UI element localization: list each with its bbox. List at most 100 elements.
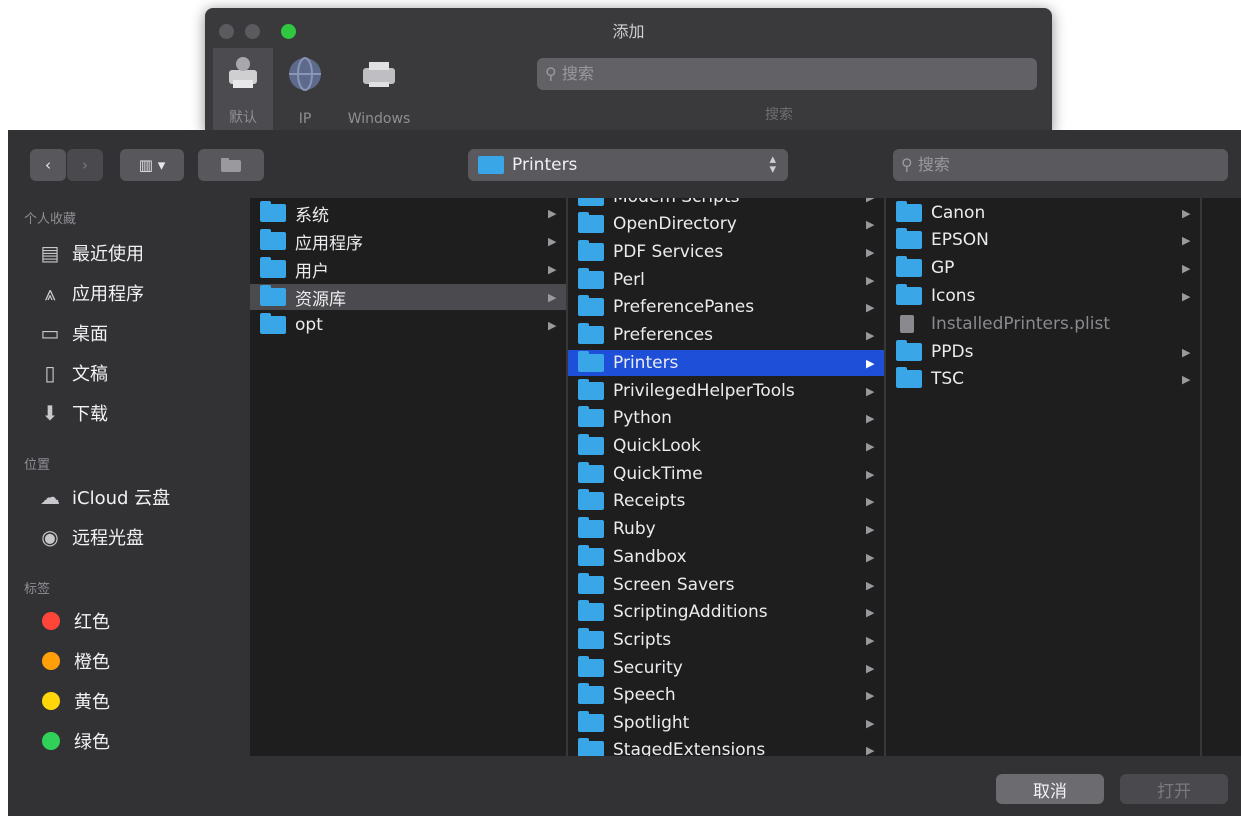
list-item[interactable]: Ruby ▶ xyxy=(568,516,884,542)
sidebar-tag-green[interactable]: 绿色 xyxy=(38,726,110,756)
dialog-search-field[interactable]: ⚲ 搜索 xyxy=(893,149,1228,181)
list-item[interactable]: Python ▶ xyxy=(568,405,884,431)
folder-icon xyxy=(578,295,604,316)
group-button[interactable] xyxy=(198,149,264,181)
list-item[interactable]: Preferences ▶ xyxy=(568,322,884,348)
list-item-selected[interactable]: Printers ▶ xyxy=(568,350,884,376)
sidebar-header-locations: 位置 xyxy=(24,458,51,473)
folder-icon xyxy=(896,256,922,277)
list-item[interactable]: Security ▶ xyxy=(568,655,884,681)
back-button[interactable]: ‹ xyxy=(30,149,66,181)
search-icon: ⚲ xyxy=(901,155,913,174)
list-item[interactable]: Spotlight ▶ xyxy=(568,710,884,736)
item-name: Ruby xyxy=(613,519,656,539)
toolbar-ip-button[interactable]: IP xyxy=(275,48,335,133)
forward-button[interactable]: › xyxy=(67,149,103,181)
folder-icon xyxy=(578,600,604,621)
folder-icon xyxy=(578,434,604,455)
item-name: TSC xyxy=(931,369,965,389)
folder-icon xyxy=(578,406,604,427)
item-name: InstalledPrinters.plist xyxy=(931,314,1110,334)
item-name: Screen Savers xyxy=(613,575,735,595)
item-name: ScriptingAdditions xyxy=(613,602,768,622)
list-item[interactable]: PreferencePanes ▶ xyxy=(568,294,884,320)
view-mode-button[interactable]: ▥ ▾ xyxy=(120,149,184,181)
list-item[interactable]: opt ▶ xyxy=(250,312,566,338)
list-item[interactable]: ScriptingAdditions ▶ xyxy=(568,599,884,625)
item-name: GP xyxy=(931,258,955,278)
red-tag-dot-icon xyxy=(42,612,60,630)
dialog-search-placeholder: 搜索 xyxy=(917,155,950,174)
icloud-icon: ☁ xyxy=(40,485,60,509)
toolbar-windows-button[interactable]: Windows xyxy=(343,48,415,133)
folder-icon xyxy=(578,738,604,756)
open-button[interactable]: 打开 xyxy=(1120,774,1228,804)
disclosure-arrow-icon: ▶ xyxy=(866,688,875,702)
sidebar-tag-yellow[interactable]: 黄色 xyxy=(38,686,110,716)
dialog-bottom-bar: 取消 打开 xyxy=(8,756,1241,816)
folder-icon xyxy=(578,683,604,704)
list-item[interactable]: Sandbox ▶ xyxy=(568,544,884,570)
list-item[interactable]: InstalledPrinters.plist xyxy=(886,311,1200,337)
list-item[interactable]: Speech ▶ xyxy=(568,682,884,708)
sidebar-item-recents[interactable]: ▤ 最近使用 xyxy=(38,238,144,268)
up-down-chevron-icon: ▴ ▾ xyxy=(769,152,776,177)
list-item[interactable]: Perl ▶ xyxy=(568,267,884,293)
toolbar-default-button[interactable]: 默认 xyxy=(213,48,273,133)
list-item[interactable]: 应用程序 ▶ xyxy=(250,228,566,254)
item-name: Canon xyxy=(931,203,986,223)
list-item[interactable]: Icons ▶ xyxy=(886,283,1200,309)
default-printer-icon xyxy=(229,57,257,88)
sidebar-header-tags: 标签 xyxy=(24,582,51,597)
list-item[interactable]: 用户 ▶ xyxy=(250,256,566,282)
add-search-field[interactable]: ⚲ 搜索 xyxy=(537,58,1037,90)
folder-icon xyxy=(578,628,604,649)
disclosure-arrow-icon: ▶ xyxy=(866,743,875,757)
sidebar-item-icloud[interactable]: ☁ iCloud 云盘 xyxy=(38,482,170,512)
item-name: 应用程序 xyxy=(295,233,363,254)
list-item[interactable]: GP ▶ xyxy=(886,255,1200,281)
item-name: Icons xyxy=(931,286,976,306)
sidebar-item-documents[interactable]: ▯ 文稿 xyxy=(38,358,108,388)
sidebar-item-label: 应用程序 xyxy=(72,284,144,305)
list-item[interactable]: EPSON ▶ xyxy=(886,227,1200,253)
path-popup-button[interactable]: Printers ▴ ▾ xyxy=(468,149,788,181)
list-item[interactable]: QuickLook ▶ xyxy=(568,433,884,459)
list-item[interactable]: Scripts ▶ xyxy=(568,627,884,653)
sidebar-item-downloads[interactable]: ⬇ 下载 xyxy=(38,398,108,428)
list-item[interactable]: Modem Scripts ▶ xyxy=(568,198,884,210)
list-item[interactable]: 系统 ▶ xyxy=(250,200,566,226)
list-item[interactable]: QuickTime ▶ xyxy=(568,461,884,487)
item-name: Printers xyxy=(613,353,679,373)
sidebar-item-desktop[interactable]: ▭ 桌面 xyxy=(38,318,108,348)
list-item[interactable]: Canon ▶ xyxy=(886,200,1200,226)
sidebar-header-favorites: 个人收藏 xyxy=(24,212,77,227)
green-tag-dot-icon xyxy=(42,732,60,750)
list-item[interactable]: TSC ▶ xyxy=(886,366,1200,392)
sidebar-tag-red[interactable]: 红色 xyxy=(38,606,110,636)
list-item[interactable]: PPDs ▶ xyxy=(886,339,1200,365)
item-name: OpenDirectory xyxy=(613,214,737,234)
sidebar-item-applications[interactable]: ⩓ 应用程序 xyxy=(38,278,144,308)
remote-disc-icon: ◉ xyxy=(41,525,59,549)
sidebar-item-label: 下载 xyxy=(72,404,108,425)
path-popup-label: Printers xyxy=(512,155,578,175)
list-item[interactable]: PDF Services ▶ xyxy=(568,239,884,265)
list-item-selected[interactable]: 资源库 ▶ xyxy=(250,284,566,310)
item-name: Receipts xyxy=(613,491,686,511)
item-name: Modem Scripts xyxy=(613,198,866,207)
disclosure-arrow-icon: ▶ xyxy=(548,318,557,332)
item-name: StagedExtensions xyxy=(613,740,766,756)
cancel-button[interactable]: 取消 xyxy=(996,774,1104,804)
list-item[interactable]: OpenDirectory ▶ xyxy=(568,211,884,237)
sidebar-tag-orange[interactable]: 橙色 xyxy=(38,646,110,676)
item-name: 用户 xyxy=(295,261,329,282)
list-item[interactable]: StagedExtensions ▶ xyxy=(568,737,884,756)
disclosure-arrow-icon: ▶ xyxy=(548,206,557,220)
list-item[interactable]: Receipts ▶ xyxy=(568,488,884,514)
sidebar-item-remote-disc[interactable]: ◉ 远程光盘 xyxy=(38,522,144,552)
browser-column-library: Modem Scripts ▶ OpenDirectory ▶ PDF Serv… xyxy=(568,198,886,756)
list-item[interactable]: Screen Savers ▶ xyxy=(568,572,884,598)
toolbar-windows-label: Windows xyxy=(347,111,411,127)
list-item[interactable]: PrivilegedHelperTools ▶ xyxy=(568,378,884,404)
